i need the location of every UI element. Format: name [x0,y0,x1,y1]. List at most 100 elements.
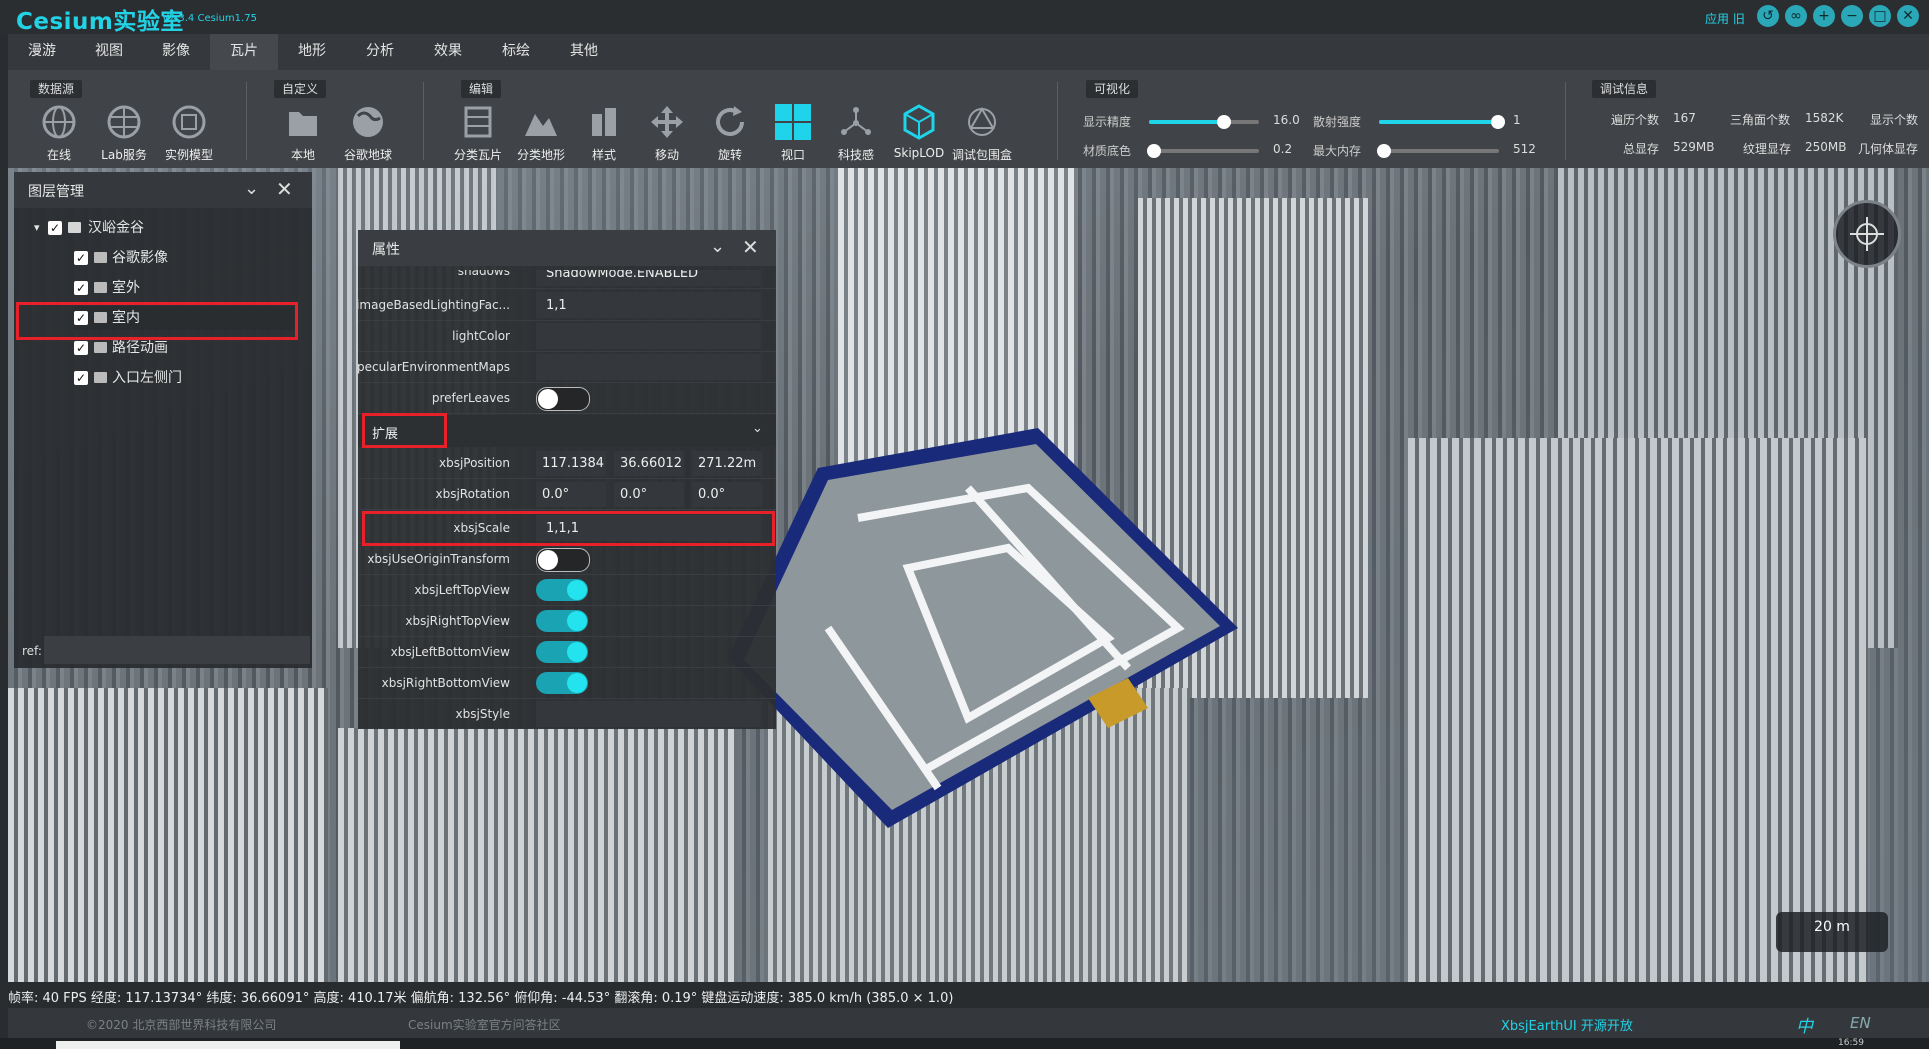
prop-row-right-bottom-view: xbsjRightBottomView [358,668,776,699]
tool-google-earth[interactable]: 谷歌地球 [336,104,400,163]
close-icon[interactable]: ✕ [742,235,759,259]
slider-knob[interactable] [1147,144,1161,158]
prop-label: xbsjLeftTopView [414,583,510,597]
tool-tech-feel[interactable]: 科技感 [824,104,888,163]
opensource-link[interactable]: XbsjEarthUI 开源开放 [1501,1015,1633,1034]
checkbox[interactable]: ✓ [74,281,88,295]
tool-rotate[interactable]: 旋转 [698,104,762,163]
slider-max-memory[interactable]: 最大内存 512 [1313,140,1536,160]
prop-row-light-color: lightColor [358,321,776,352]
tool-classify-terrain[interactable]: 分类地形 [509,104,573,163]
menu-analysis[interactable]: 分析 [346,34,414,70]
prefer-leaves-toggle[interactable] [536,387,590,411]
left-bottom-view-toggle[interactable] [536,641,588,663]
slider-track[interactable] [1147,144,1259,158]
menu-effects[interactable]: 效果 [414,34,482,70]
slider-material-base[interactable]: 材质底色 0.2 [1083,140,1303,160]
compass-widget[interactable] [1833,200,1901,268]
language-en-button[interactable]: EN [1850,1014,1871,1032]
checkbox[interactable]: ✓ [74,341,88,355]
menu-tiles[interactable]: 瓦片 [210,34,278,70]
stat-total-vram-value: 529MB [1673,140,1715,154]
position-lat-input[interactable]: 36.66012 [614,451,684,476]
slider-knob[interactable] [1491,115,1505,129]
link-icon[interactable]: ∞ [1785,5,1807,27]
menu-plot[interactable]: 标绘 [482,34,550,70]
rotate-icon [716,106,744,136]
checkbox[interactable]: ✓ [48,221,62,235]
tool-style[interactable]: 样式 [572,104,636,163]
tool-debug-bounds[interactable]: 调试包围盒 [950,104,1014,163]
refresh-icon[interactable]: ↺ [1757,5,1779,27]
prop-row-right-top-view: xbsjRightTopView [358,606,776,637]
tree-item-entrance-left-door[interactable]: ✓ 入口左侧门 [74,366,294,390]
right-bottom-view-toggle[interactable] [536,672,588,694]
light-color-field[interactable] [536,323,761,349]
tool-local[interactable]: 本地 [271,104,335,163]
slider-track[interactable] [1379,115,1505,129]
tool-classify-tiles[interactable]: 分类瓦片 [446,104,510,163]
ref-input[interactable] [44,636,310,664]
group-visual: 可视化 [1086,80,1139,98]
tree-item-google-imagery[interactable]: ✓ 谷歌影像 [74,246,294,270]
menu-other[interactable]: 其他 [550,34,618,70]
slider-knob[interactable] [1217,115,1231,129]
slider-display-precision[interactable]: 显示精度 16.0 [1083,111,1303,131]
login-link[interactable]: 应用 旧 [1705,10,1745,27]
menu-imagery[interactable]: 影像 [142,34,210,70]
prop-row-shadows: shadows ShadowMode.ENABLED [358,270,776,289]
chevron-down-icon[interactable]: ⌄ [752,421,763,436]
close-icon[interactable]: ✕ [1897,5,1919,27]
position-lon-input[interactable]: 117.1384 [536,451,606,476]
menu-roam[interactable]: 漫游 [8,34,76,70]
tool-instance-model-label: 实例模型 [164,148,213,162]
menu-view[interactable]: 视图 [75,34,143,70]
slider-knob[interactable] [1377,144,1391,158]
tool-move[interactable]: 移动 [635,104,699,163]
tool-viewport[interactable]: 视口 [761,104,825,163]
rotation-pitch-input[interactable]: 0.0° [614,482,684,507]
tree-item-outdoor[interactable]: ✓ 室外 [74,276,294,300]
stat-texture-vram-value: 250MB [1805,140,1847,154]
position-height-input[interactable]: 271.22m [692,451,762,476]
left-top-view-toggle[interactable] [536,579,588,601]
rotation-roll-input[interactable]: 0.0° [692,482,762,507]
plus-icon[interactable]: + [1813,5,1835,27]
specular-maps-field[interactable] [536,354,761,380]
group-custom: 自定义 [274,80,327,98]
ibl-factor-value: 1,1 [546,298,567,313]
style-field[interactable] [536,701,761,727]
maximize-icon[interactable]: □ [1869,5,1891,27]
property-panel-header: 属性 ⌄ ✕ [358,230,776,266]
slider-scatter-intensity[interactable]: 散射强度 1 [1313,111,1533,131]
tool-instance-model[interactable]: 实例模型 [157,104,221,163]
right-top-view-toggle[interactable] [536,610,588,632]
slider-track[interactable] [1149,115,1259,129]
use-origin-transform-toggle[interactable] [536,548,590,572]
ibl-factor-field[interactable]: 1,1 [536,292,761,318]
tool-online[interactable]: 在线 [27,104,91,163]
menu-terrain[interactable]: 地形 [278,34,346,70]
layer-panel-title: 图层管理 [28,184,84,200]
tool-skiplod[interactable]: SkipLOD [887,104,951,160]
tool-lab-service[interactable]: Lab服务 [92,104,156,163]
menu-bar: 漫游 视图 影像 瓦片 地形 分析 效果 标绘 其他 [8,34,1929,70]
stat-triangles-label: 三角面个数 [1730,113,1791,127]
chevron-down-icon[interactable]: ⌄ [244,178,259,199]
tree-item-label: 入口左侧门 [112,370,182,386]
shadows-field[interactable]: ShadowMode.ENABLED [536,270,761,286]
chevron-down-icon[interactable]: ⌄ [710,236,725,257]
tree-root[interactable]: ▾ ✓ 汉峪金谷 [34,216,304,240]
checkbox[interactable]: ✓ [74,371,88,385]
close-icon[interactable]: ✕ [276,177,293,201]
checkbox[interactable]: ✓ [74,251,88,265]
slider-track[interactable] [1377,144,1499,158]
minimize-icon[interactable]: − [1841,5,1863,27]
community-link[interactable]: Cesium实验室官方问答社区 [408,1016,561,1033]
slider-material-base-label: 材质底色 [1083,144,1132,158]
rotation-heading-input[interactable]: 0.0° [536,482,606,507]
slider-display-precision-label: 显示精度 [1083,115,1132,129]
expand-arrow-icon[interactable]: ▾ [34,216,40,240]
language-zh-button[interactable]: 中 [1796,1012,1813,1037]
app-title: Cesium实验室 [16,9,184,35]
